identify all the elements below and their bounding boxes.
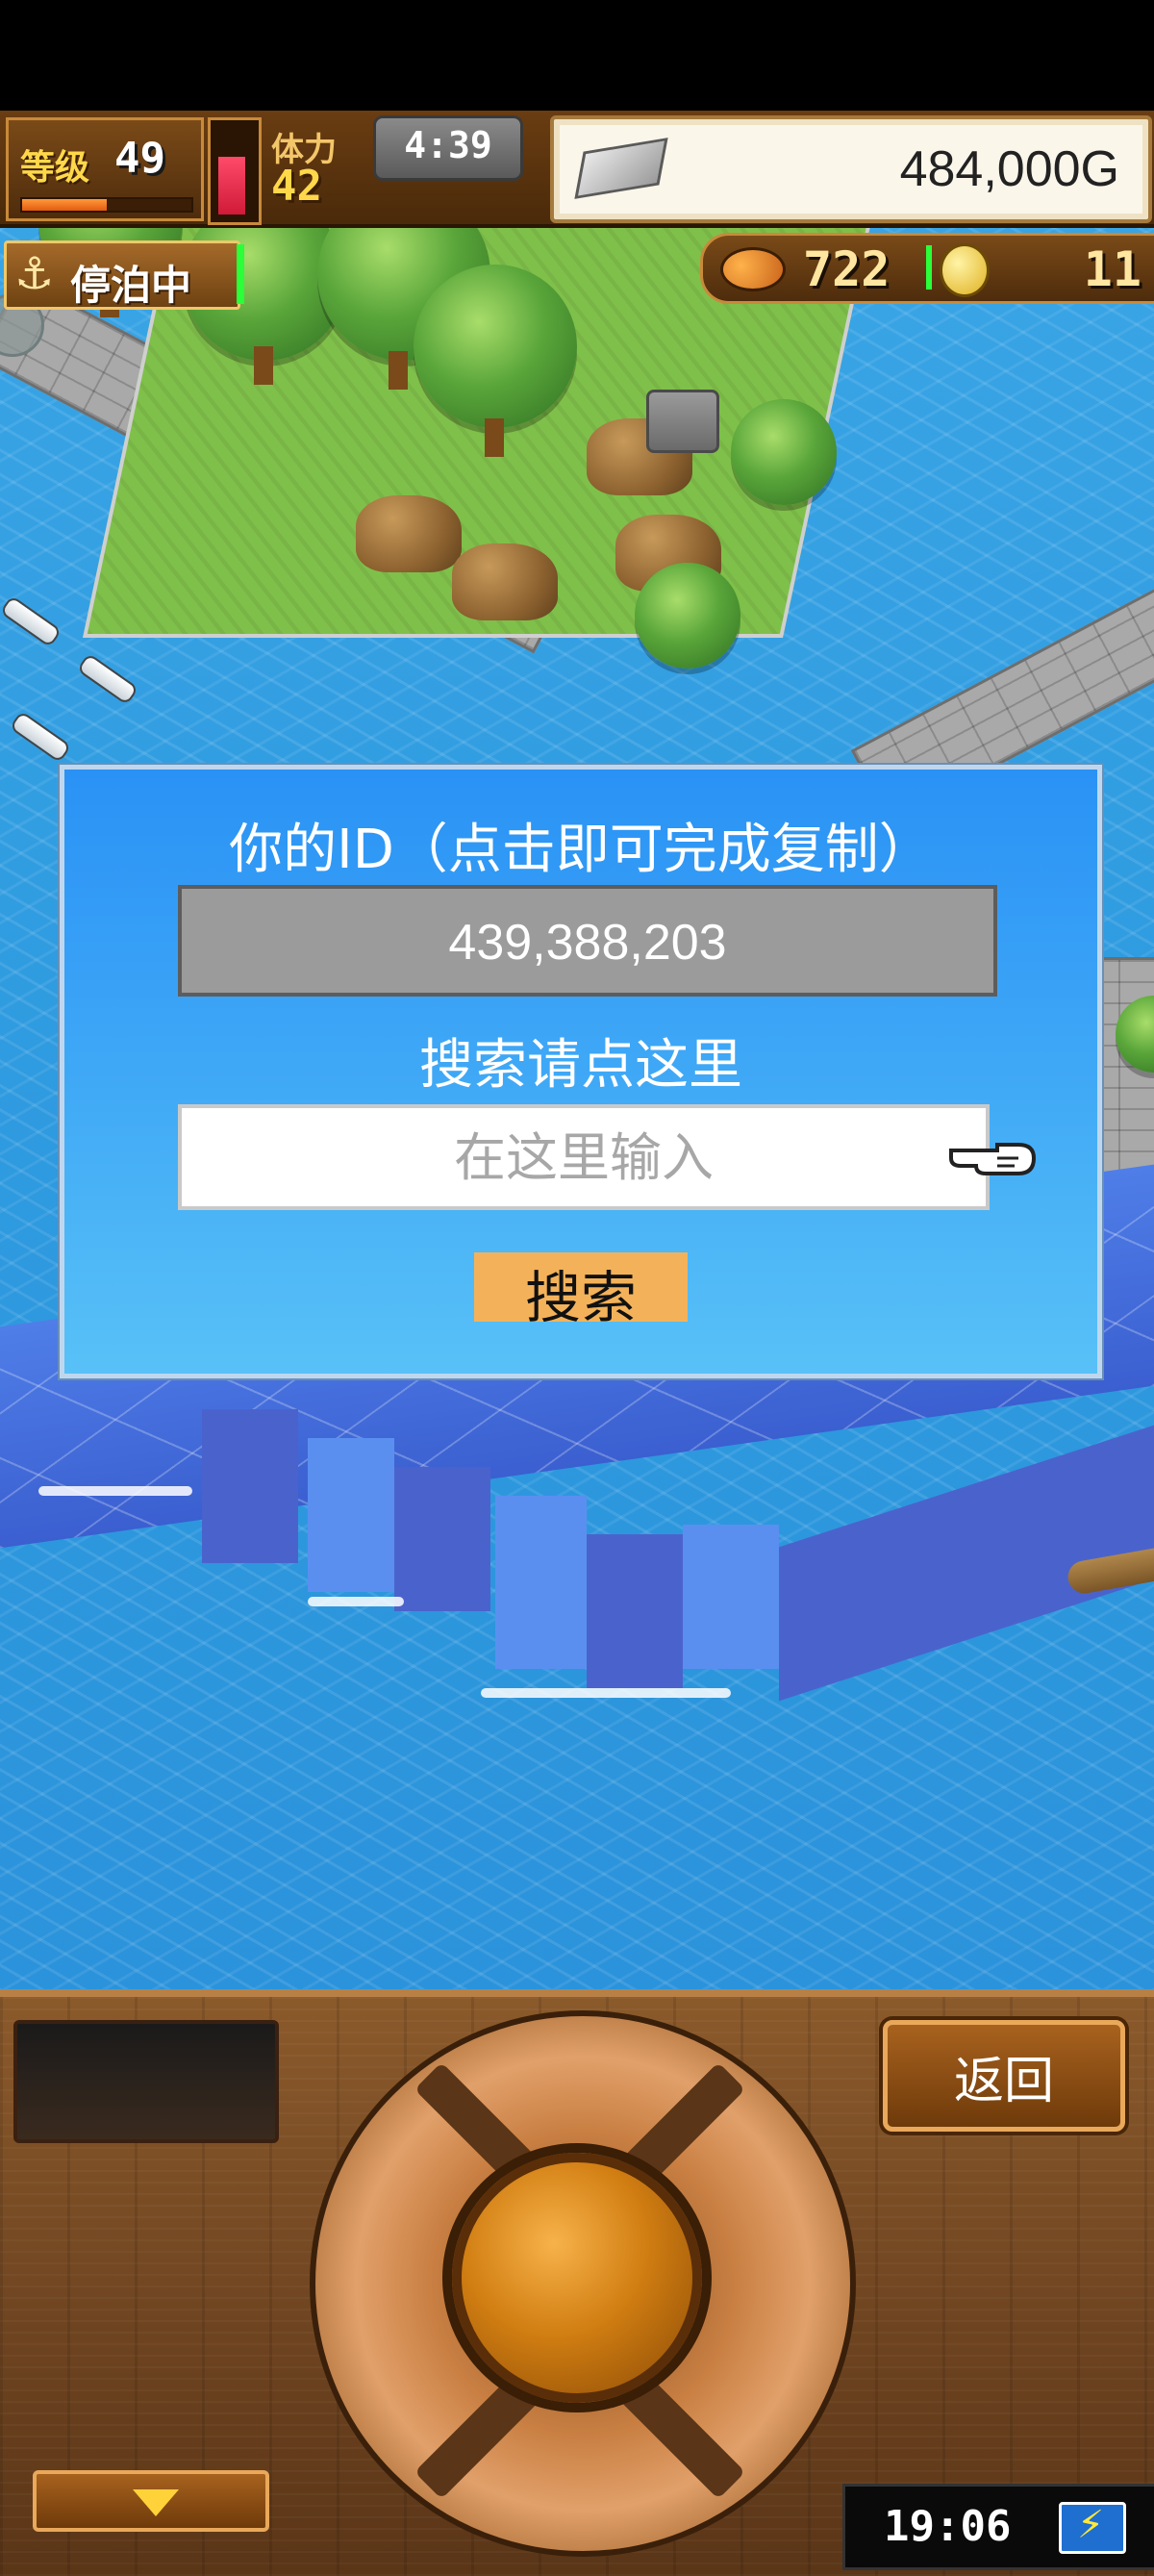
resource-bar: 722 11 (700, 233, 1154, 304)
gold-panel: 484,000G (550, 115, 1152, 223)
rock-pile (452, 543, 558, 620)
timer-badge: 4:39 (373, 115, 523, 181)
scroll-down-button[interactable] (33, 2470, 269, 2532)
empty-slot[interactable] (13, 2020, 279, 2143)
resource-separator (926, 245, 932, 290)
hp-gauge-fill (218, 156, 245, 215)
status-bar-area (0, 0, 1154, 111)
clock-panel: 19:06 ⚡ (842, 2484, 1154, 2570)
exp-bar (20, 197, 193, 213)
battery-charging-icon: ⚡ (1059, 2502, 1126, 2554)
block-face (394, 1467, 490, 1611)
tree-trunk (485, 418, 504, 457)
block-face (202, 1409, 298, 1563)
water-well (646, 390, 719, 453)
down-arrow-icon (133, 2489, 179, 2516)
anchor-icon: ⚓ (14, 247, 55, 299)
level-panel: 等级 49 (6, 117, 204, 221)
silver-bar-icon (574, 138, 668, 199)
sword-decoration (0, 594, 63, 648)
dpad-divider (615, 2369, 746, 2500)
block-face (683, 1525, 779, 1669)
timer-text: 4:39 (404, 124, 492, 166)
id-search-dialog: 你的ID（点击即可完成复制） 439,388,203 搜索请点这里 搜索 (60, 765, 1102, 1378)
sword-decoration (76, 652, 139, 706)
search-button[interactable]: 搜索 (474, 1252, 688, 1330)
coin-icon (940, 243, 990, 297)
tree (414, 265, 577, 428)
water-foam (481, 1688, 731, 1698)
lightning-bolt-icon: ⚡ (1077, 2503, 1105, 2547)
dpad-center-button[interactable] (452, 2153, 702, 2403)
water-foam (308, 1597, 404, 1606)
player-id-field[interactable]: 439,388,203 (178, 885, 997, 997)
moor-indicator (237, 244, 244, 304)
stamina-value: 42 (271, 162, 322, 211)
block-face (495, 1496, 587, 1669)
fish-icon (720, 247, 786, 291)
shrub (731, 399, 837, 505)
block-face (308, 1438, 394, 1592)
exp-bar-fill (22, 199, 107, 211)
search-input[interactable] (178, 1104, 990, 1210)
pointing-hand-icon (949, 1143, 1037, 1175)
water-foam (38, 1486, 192, 1496)
clock-time: 19:06 (884, 2502, 1012, 2551)
resource-a-value: 722 (803, 241, 891, 297)
gold-amount: 484,000G (899, 141, 1119, 197)
moor-status-text: 停泊中 (70, 262, 192, 309)
block-face (587, 1534, 683, 1688)
shrub (635, 563, 740, 669)
resource-b-value: 11 (1083, 241, 1141, 297)
tree-trunk (254, 346, 273, 385)
rock-pile (356, 495, 462, 572)
player-id-value[interactable]: 439,388,203 (182, 914, 993, 972)
level-value: 49 (114, 134, 165, 183)
search-label: 搜索请点这里 (419, 1034, 742, 1097)
hp-gauge (208, 117, 262, 225)
tree-trunk (389, 351, 408, 390)
sword-decoration (9, 710, 72, 764)
dialog-title: 你的ID（点击即可完成复制） (229, 819, 933, 881)
back-button[interactable]: 返回 (883, 2020, 1125, 2132)
moor-status-badge: ⚓ 停泊中 (4, 240, 240, 310)
level-label: 等级 (20, 148, 90, 188)
